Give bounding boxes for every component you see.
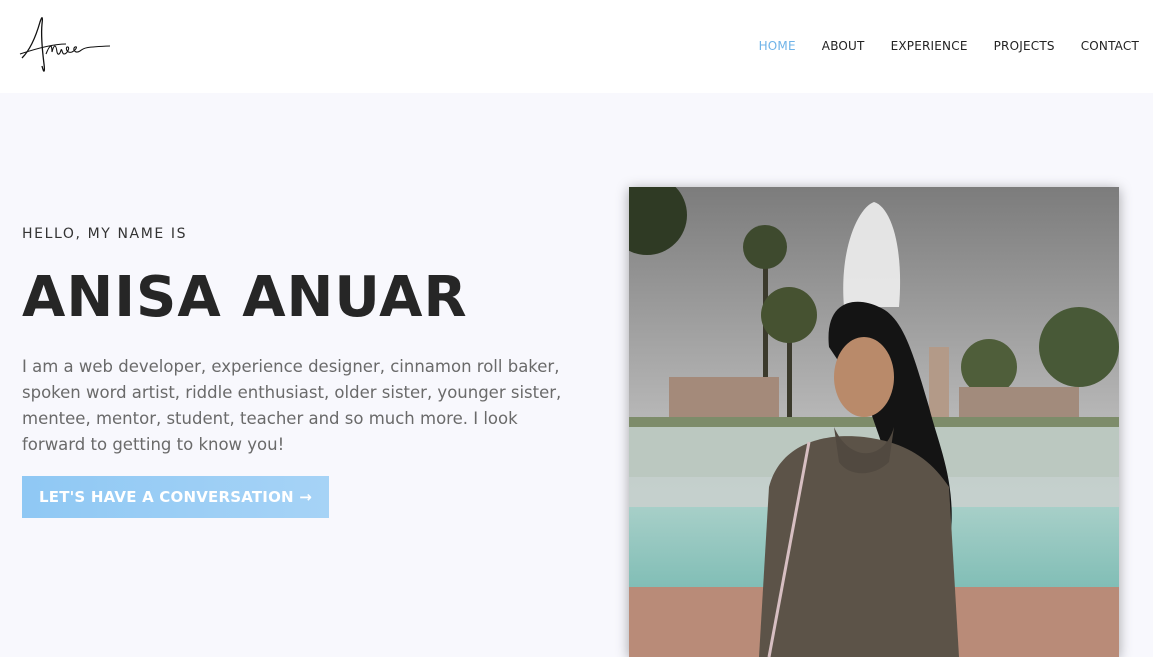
nav-projects[interactable]: PROJECTS (994, 38, 1055, 54)
hero-bio: I am a web developer, experience designe… (22, 357, 562, 454)
signature-logo[interactable] (18, 14, 114, 78)
nav-about[interactable]: ABOUT (822, 38, 865, 54)
main-nav: HOME ABOUT EXPERIENCE PROJECTS CONTACT (759, 38, 1139, 54)
hero-greeting: HELLO, MY NAME IS (22, 226, 188, 242)
conversation-button[interactable]: LET'S HAVE A CONVERSATION → (22, 476, 329, 518)
nav-home[interactable]: HOME (759, 38, 796, 54)
nav-contact[interactable]: CONTACT (1081, 38, 1139, 54)
hero-name: ANISA ANUAR (22, 265, 468, 330)
hero-intro: HELLO, MY NAME IS ANISA ANUAR I am a web… (22, 226, 582, 518)
site-header: HOME ABOUT EXPERIENCE PROJECTS CONTACT (0, 0, 1153, 93)
profile-photo (629, 187, 1119, 657)
nav-experience[interactable]: EXPERIENCE (891, 38, 968, 54)
